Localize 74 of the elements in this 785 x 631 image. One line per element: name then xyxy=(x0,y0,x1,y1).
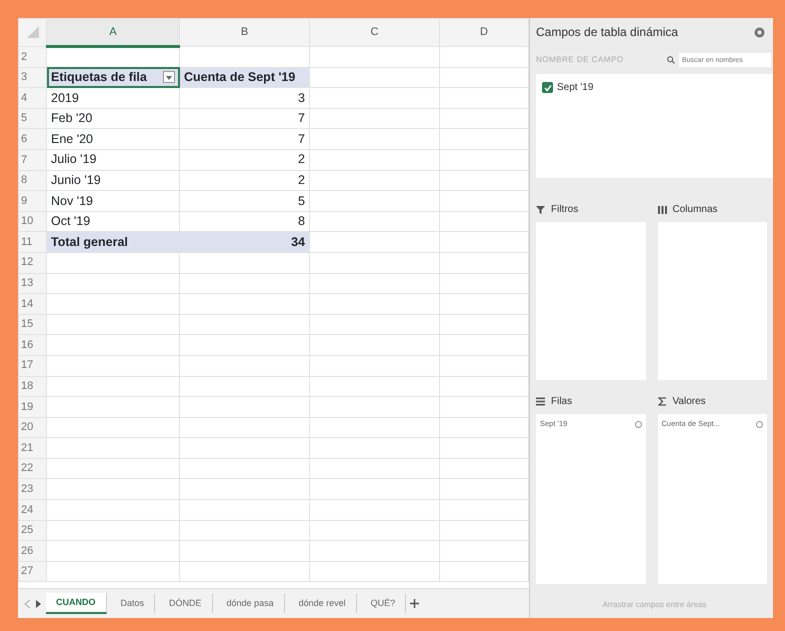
row-number: 19 xyxy=(18,396,46,418)
row-number: 17 xyxy=(18,355,46,376)
panel-footer-hint: Arrastrar campos entre áreas xyxy=(601,599,708,611)
row-number: 24 xyxy=(18,500,46,520)
sheet-tab[interactable]: DÓNDE xyxy=(159,594,213,614)
row-number: 5 xyxy=(18,108,46,129)
column-header[interactable]: A xyxy=(46,18,180,46)
column-header[interactable]: D xyxy=(440,18,528,46)
row-number: 3 xyxy=(18,67,46,88)
rows-icon xyxy=(536,396,545,406)
table-cell: Junio '19 xyxy=(51,172,101,187)
table-cell: Cuenta de Sept '19 xyxy=(184,70,296,84)
table-cell: Julio '19 xyxy=(51,152,96,166)
area-label: Filtros xyxy=(551,202,578,216)
settings-icon[interactable] xyxy=(754,26,765,38)
row-number: 16 xyxy=(18,334,46,356)
area-label: Filas xyxy=(551,394,572,409)
column-header[interactable]: B xyxy=(180,18,310,46)
sheet-tab[interactable]: dónde pasa xyxy=(216,594,285,614)
table-cell: 2019 xyxy=(51,90,79,105)
checkbox[interactable] xyxy=(542,82,553,93)
row-number: 9 xyxy=(18,190,46,212)
column-header[interactable]: C xyxy=(310,18,440,46)
table-cell: Feb '20 xyxy=(51,111,92,126)
area-label: Columnas xyxy=(672,202,718,216)
row-number: 26 xyxy=(18,540,46,562)
check-icon xyxy=(544,84,552,92)
filter-dropdown-button[interactable] xyxy=(163,71,175,84)
table-cell: 7 xyxy=(298,111,305,126)
table-cell: Nov '19 xyxy=(51,194,93,208)
row-number: 7 xyxy=(18,149,46,170)
sheet-tab[interactable]: dónde revel xyxy=(288,594,357,614)
sheet-tab[interactable]: CUANDO xyxy=(46,592,106,614)
table-cell: Etiquetas de fila xyxy=(51,70,147,84)
row-number: 12 xyxy=(18,252,46,274)
search-icon xyxy=(667,56,675,64)
table-cell: Total general xyxy=(51,234,128,249)
sheet-tab[interactable]: QUÉ? xyxy=(360,594,406,614)
row-number: 21 xyxy=(18,438,46,458)
row-number: 18 xyxy=(18,376,46,397)
table-cell: 2 xyxy=(298,172,305,187)
row-number: 8 xyxy=(18,170,46,191)
row-number: 27 xyxy=(18,561,46,582)
table-cell: 5 xyxy=(298,194,305,208)
row-number: 20 xyxy=(18,417,46,438)
row-number: 22 xyxy=(18,458,46,479)
row-number: 2 xyxy=(18,46,46,68)
panel-title: Campos de tabla dinámica xyxy=(536,24,678,41)
sheet-tab[interactable]: Datos xyxy=(110,594,156,614)
columns-icon xyxy=(658,204,666,214)
sum-icon xyxy=(658,396,666,406)
filter-icon xyxy=(536,204,545,214)
table-cell: 8 xyxy=(298,214,305,228)
table-cell: Oct '19 xyxy=(51,214,90,228)
row-number: 4 xyxy=(18,88,46,108)
row-number: 23 xyxy=(18,478,46,500)
row-number: 6 xyxy=(18,128,46,150)
table-cell: 34 xyxy=(291,234,305,249)
table-cell: 2 xyxy=(298,152,305,166)
field-label: Sept '19 xyxy=(557,81,594,95)
table-cell: 7 xyxy=(298,132,305,146)
row-number: 10 xyxy=(18,211,46,232)
row-number: 13 xyxy=(18,273,46,294)
row-number: 25 xyxy=(18,520,46,541)
row-number: 11 xyxy=(18,232,46,252)
row-number: 15 xyxy=(18,314,46,335)
add-sheet-icon[interactable] xyxy=(410,599,420,608)
field-name-header: NOMBRE DE CAMPO xyxy=(536,54,624,66)
table-cell: 3 xyxy=(298,90,305,105)
row-number: 14 xyxy=(18,294,46,314)
scroll-right-icon[interactable] xyxy=(35,600,42,608)
area-label: Valores xyxy=(672,394,706,409)
table-cell: Ene '20 xyxy=(51,132,94,146)
caret-icon xyxy=(165,75,173,82)
